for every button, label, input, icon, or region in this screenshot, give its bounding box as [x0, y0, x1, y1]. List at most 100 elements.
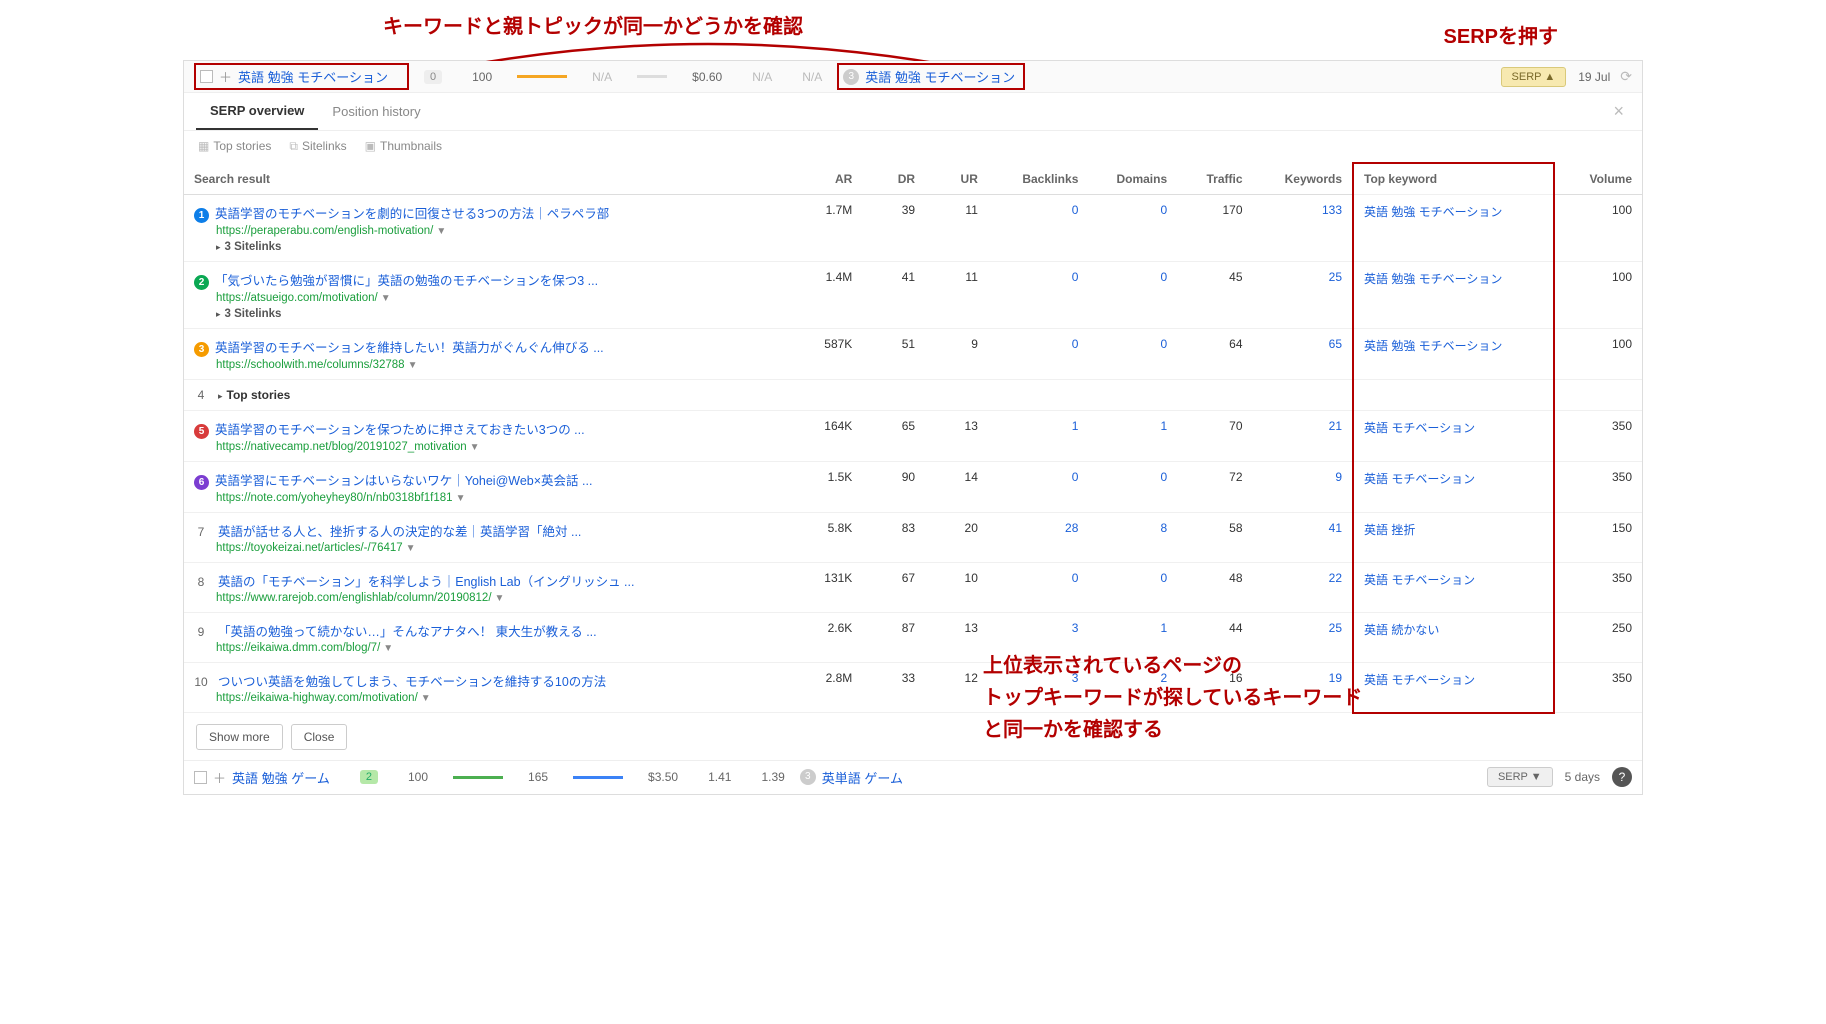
feature-sitelinks[interactable]: ⧉Sitelinks	[289, 139, 346, 154]
keywords-cell[interactable]: 41	[1253, 513, 1353, 563]
backlinks-cell[interactable]: 1	[988, 411, 1088, 462]
volume-cell: 100	[1554, 329, 1642, 380]
col-domains[interactable]: Domains	[1088, 163, 1177, 195]
result-title[interactable]: 英語学習のモチベーションを保つために押さえておきたい3つの ...	[215, 423, 585, 437]
result-url[interactable]: https://nativecamp.net/blog/20191027_mot…	[216, 441, 480, 453]
close-button[interactable]: Close	[291, 724, 348, 750]
ar-cell: 1.4M	[787, 262, 862, 329]
keywords-cell[interactable]: 25	[1253, 262, 1353, 329]
backlinks-cell[interactable]: 0	[988, 262, 1088, 329]
domains-cell[interactable]: 0	[1088, 462, 1177, 513]
dr-cell: 83	[862, 513, 925, 563]
na-2: N/A	[752, 70, 772, 84]
help-icon[interactable]: ?	[1612, 767, 1632, 787]
domains-cell[interactable]: 0	[1088, 329, 1177, 380]
sitelinks-icon: ⧉	[289, 139, 298, 153]
col-search[interactable]: Search result	[184, 163, 787, 195]
tab-serp-overview[interactable]: SERP overview	[196, 93, 318, 130]
callout-serp: SERPを押す	[1444, 20, 1558, 49]
result-title[interactable]: 英語学習にモチベーションはいらないワケ｜Yohei@Web×英会話 ...	[215, 474, 592, 488]
domains-cell[interactable]: 8	[1088, 513, 1177, 563]
col-keywords[interactable]: Keywords	[1253, 163, 1353, 195]
domains-cell[interactable]: 0	[1088, 195, 1177, 262]
keywords-cell[interactable]: 22	[1253, 563, 1353, 613]
topstories-icon: ▦	[198, 139, 209, 153]
result-title[interactable]: 英語の「モチベーション」を科学しよう｜English Lab（イングリッシュ .…	[218, 575, 634, 589]
add-icon[interactable]: ＋	[213, 768, 226, 787]
result-url[interactable]: https://toyokeizai.net/articles/-/76417▼	[216, 542, 416, 554]
backlinks-cell[interactable]: 0	[988, 329, 1088, 380]
feature-thumbnails[interactable]: ▣Thumbnails	[365, 139, 442, 154]
result-title[interactable]: 「英語の勉強って続かない…」そんなアナタへ！ 東大生が教える ...	[218, 625, 597, 639]
result-url[interactable]: https://peraperabu.com/english-motivatio…	[216, 225, 446, 237]
parent-topic-redbox: 3 英語 勉強 モチベーション	[837, 63, 1025, 90]
result-title[interactable]: 英語が話せる人と、挫折する人の決定的な差｜英語学習「絶対 ...	[218, 525, 581, 539]
refresh-icon[interactable]: ⟳	[1620, 68, 1632, 85]
top-keyword-cell[interactable]: 英語 モチベーション	[1353, 563, 1554, 613]
v2: 1.39	[761, 770, 784, 784]
backlinks-cell[interactable]: 0	[988, 563, 1088, 613]
top-keyword-cell[interactable]: 英語 モチベーション	[1353, 462, 1554, 513]
result-url[interactable]: https://www.rarejob.com/englishlab/colum…	[216, 592, 504, 604]
result-url[interactable]: https://eikaiwa-highway.com/motivation/▼	[216, 692, 431, 704]
result-url[interactable]: https://eikaiwa.dmm.com/blog/7/▼	[216, 642, 393, 654]
tab-position-history[interactable]: Position history	[318, 94, 434, 129]
difficulty-badge: 0	[424, 70, 442, 84]
keywords-cell[interactable]: 9	[1253, 462, 1353, 513]
col-top-keyword[interactable]: Top keyword	[1353, 163, 1554, 195]
result-title[interactable]: 英語学習のモチベーションを劇的に回復させる3つの方法｜ペラペラ部	[215, 207, 609, 221]
serp-button[interactable]: SERP ▲	[1501, 67, 1567, 87]
serp-panel: ＋ 英語 勉強 モチベーション 0 100 N/A $0.60 N/A N/A …	[183, 60, 1643, 795]
feature-top-stories[interactable]: ▦Top stories	[198, 139, 271, 154]
parent-topic-link[interactable]: 英語 勉強 モチベーション	[865, 67, 1015, 86]
col-backlinks[interactable]: Backlinks	[988, 163, 1088, 195]
col-traffic[interactable]: Traffic	[1177, 163, 1252, 195]
keywords-cell[interactable]: 65	[1253, 329, 1353, 380]
backlinks-cell[interactable]: 0	[988, 462, 1088, 513]
top-keyword-cell[interactable]: 英語 勉強 モチベーション	[1353, 262, 1554, 329]
volume-cell: 150	[1554, 513, 1642, 563]
top-keyword-cell[interactable]: 英語 挫折	[1353, 513, 1554, 563]
domains-cell[interactable]: 0	[1088, 563, 1177, 613]
result-url[interactable]: https://schoolwith.me/columns/32788▼	[216, 359, 417, 371]
keyword-link[interactable]: 英語 勉強 ゲーム	[232, 768, 330, 787]
result-title[interactable]: 「気づいたら勉強が習慣に」英語の勉強のモチベーションを保つ3 ...	[215, 274, 598, 288]
result-url[interactable]: https://atsueigo.com/motivation/▼	[216, 292, 391, 304]
ur-cell: 13	[925, 411, 988, 462]
volume-bar	[517, 75, 567, 78]
keyword-link[interactable]: 英語 勉強 モチベーション	[238, 67, 388, 86]
top-keyword-cell[interactable]: 英語 勉強 モチベーション	[1353, 195, 1554, 262]
top-keyword-cell[interactable]: 英語 続かない	[1353, 613, 1554, 663]
top-keyword-cell[interactable]: 英語 モチベーション	[1353, 411, 1554, 462]
keywords-cell[interactable]: 133	[1253, 195, 1353, 262]
col-ur[interactable]: UR	[925, 163, 988, 195]
domains-cell[interactable]: 1	[1088, 411, 1177, 462]
serp-button[interactable]: SERP ▼	[1487, 767, 1553, 787]
vol-value: 165	[528, 770, 548, 784]
backlinks-cell[interactable]: 28	[988, 513, 1088, 563]
add-icon[interactable]: ＋	[219, 67, 232, 86]
volume-cell: 100	[1554, 195, 1642, 262]
top-keyword-cell[interactable]: 英語 モチベーション	[1353, 663, 1554, 713]
ur-cell: 12	[925, 663, 988, 713]
dr-cell: 41	[862, 262, 925, 329]
checkbox[interactable]	[200, 70, 213, 83]
domains-cell[interactable]: 0	[1088, 262, 1177, 329]
backlinks-cell[interactable]: 0	[988, 195, 1088, 262]
parent-topic-link[interactable]: 英単語 ゲーム	[822, 768, 903, 787]
show-more-button[interactable]: Show more	[196, 724, 283, 750]
col-dr[interactable]: DR	[862, 163, 925, 195]
top-keyword-cell[interactable]: 英語 勉強 モチベーション	[1353, 329, 1554, 380]
checkbox[interactable]	[194, 771, 207, 784]
col-ar[interactable]: AR	[787, 163, 862, 195]
dr-cell: 51	[862, 329, 925, 380]
volume-cell: 350	[1554, 411, 1642, 462]
result-title[interactable]: 英語学習のモチベーションを維持したい！英語力がぐんぐん伸びる ...	[215, 341, 604, 355]
tabs: SERP overview Position history ×	[184, 93, 1642, 131]
keywords-cell[interactable]: 21	[1253, 411, 1353, 462]
result-title[interactable]: ついつい英語を勉強してしまう、モチベーションを維持する10の方法	[218, 675, 606, 689]
close-icon[interactable]: ×	[1607, 101, 1630, 122]
keyword-redbox: ＋ 英語 勉強 モチベーション	[194, 63, 409, 90]
col-volume[interactable]: Volume	[1554, 163, 1642, 195]
result-url[interactable]: https://note.com/yoheyhey80/n/nb0318bf1f…	[216, 492, 465, 504]
